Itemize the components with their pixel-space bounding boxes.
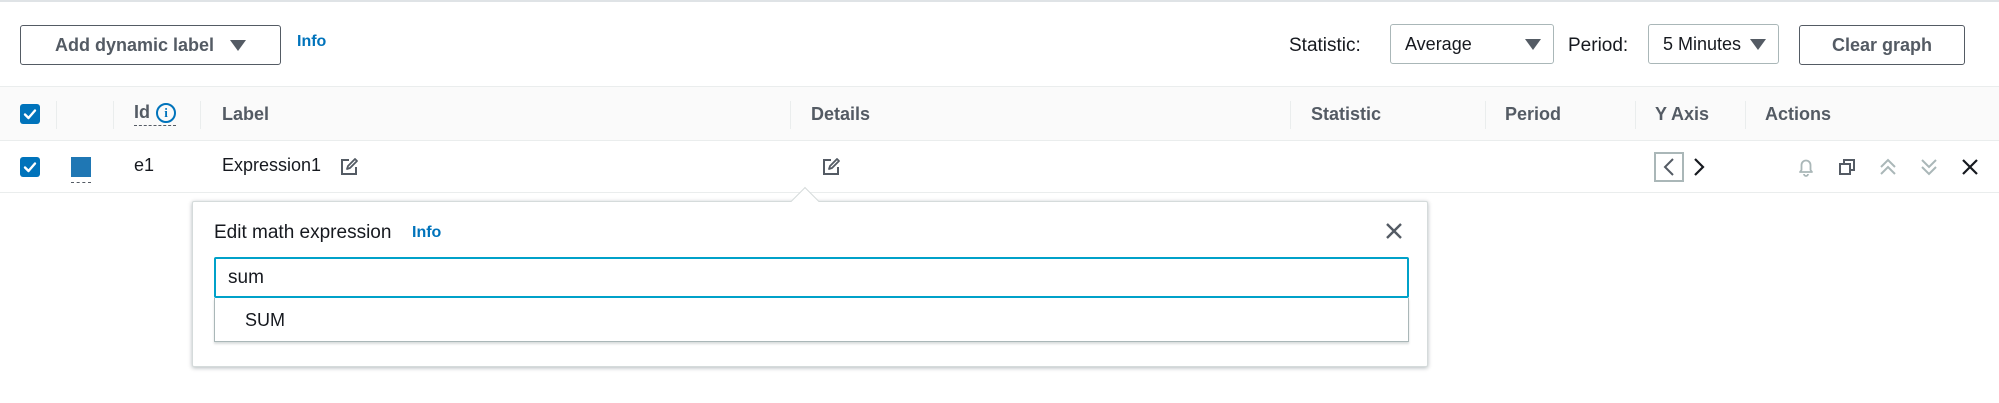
suggestion-item[interactable]: SUM [245, 310, 285, 331]
period-label: Period: [1568, 35, 1629, 56]
swatch-underline [71, 182, 91, 183]
popover-close-button[interactable] [1381, 218, 1407, 244]
duplicate-button[interactable] [1835, 155, 1859, 179]
column-divider [56, 101, 57, 129]
double-chevron-up-icon [1880, 158, 1896, 175]
close-icon [1962, 159, 1978, 175]
remove-row-button[interactable] [1958, 155, 1982, 179]
period-select-value: 5 Minutes [1663, 33, 1742, 54]
chevron-right-icon [1694, 158, 1705, 176]
popover-info-link[interactable]: Info [412, 224, 441, 242]
id-header[interactable]: Id i [134, 102, 176, 126]
column-divider [1745, 101, 1746, 129]
id-header-text: Id [134, 102, 150, 122]
metrics-table-header: Id i Label Details Statistic Period Y Ax… [0, 86, 1999, 141]
row-id: e1 [134, 155, 155, 175]
statistic-select[interactable]: Average [1390, 24, 1554, 64]
details-header: Details [811, 104, 871, 124]
y-axis-left-button[interactable] [1654, 152, 1684, 182]
series-color-swatch[interactable] [71, 157, 91, 177]
column-divider [1290, 101, 1291, 129]
column-divider [790, 101, 791, 129]
statistic-select-value: Average [1405, 33, 1472, 54]
double-chevron-down-icon [1921, 159, 1937, 176]
close-icon [1386, 223, 1402, 239]
column-divider [113, 101, 114, 129]
column-divider [1485, 101, 1486, 129]
caret-down-icon [230, 39, 247, 51]
bell-icon [1799, 159, 1813, 177]
add-dynamic-label-button[interactable]: Add dynamic label [20, 25, 281, 65]
info-circle-icon[interactable]: i [156, 102, 176, 123]
period-select[interactable]: 5 Minutes [1648, 24, 1779, 64]
column-divider [200, 101, 201, 129]
column-divider [1635, 101, 1636, 129]
y-axis-right-button[interactable] [1688, 152, 1710, 182]
statistic-label: Statistic: [1289, 35, 1361, 56]
popover-title: Edit math expression [214, 222, 392, 243]
edit-expression-icon[interactable] [821, 157, 841, 177]
row-checkbox[interactable] [20, 157, 40, 177]
move-down-button[interactable] [1917, 155, 1941, 179]
duplicate-icon [1839, 159, 1855, 175]
period-header: Period [1505, 104, 1562, 124]
checkmark-icon [23, 109, 37, 120]
graph-toolbar: Add dynamic label Info Statistic: Averag… [0, 2, 1999, 86]
edit-math-expression-popover: Edit math expression Info SUM [192, 201, 1428, 367]
statistic-header: Statistic [1311, 104, 1382, 124]
clear-graph-button[interactable]: Clear graph [1799, 25, 1965, 65]
select-all-checkbox[interactable] [20, 104, 40, 124]
clear-graph-text: Clear graph [1831, 34, 1933, 55]
row-label: Expression1 [222, 155, 322, 175]
actions-header: Actions [1765, 104, 1832, 124]
move-up-button[interactable] [1876, 155, 1900, 179]
checkmark-icon [23, 162, 37, 173]
dynamic-label-info-link[interactable]: Info [297, 33, 326, 51]
table-row: e1 Expression1 [0, 141, 1999, 193]
add-dynamic-label-text: Add dynamic label [54, 34, 215, 55]
y-axis-header: Y Axis [1655, 104, 1710, 124]
create-alarm-button[interactable] [1794, 155, 1818, 179]
edit-label-icon[interactable] [339, 157, 359, 177]
autocomplete-dropdown: SUM [214, 298, 1409, 342]
math-expression-input[interactable] [214, 257, 1409, 298]
caret-down-icon [1525, 39, 1541, 50]
caret-down-icon [1750, 39, 1766, 50]
label-header: Label [222, 104, 270, 124]
chevron-left-icon [1663, 158, 1674, 176]
